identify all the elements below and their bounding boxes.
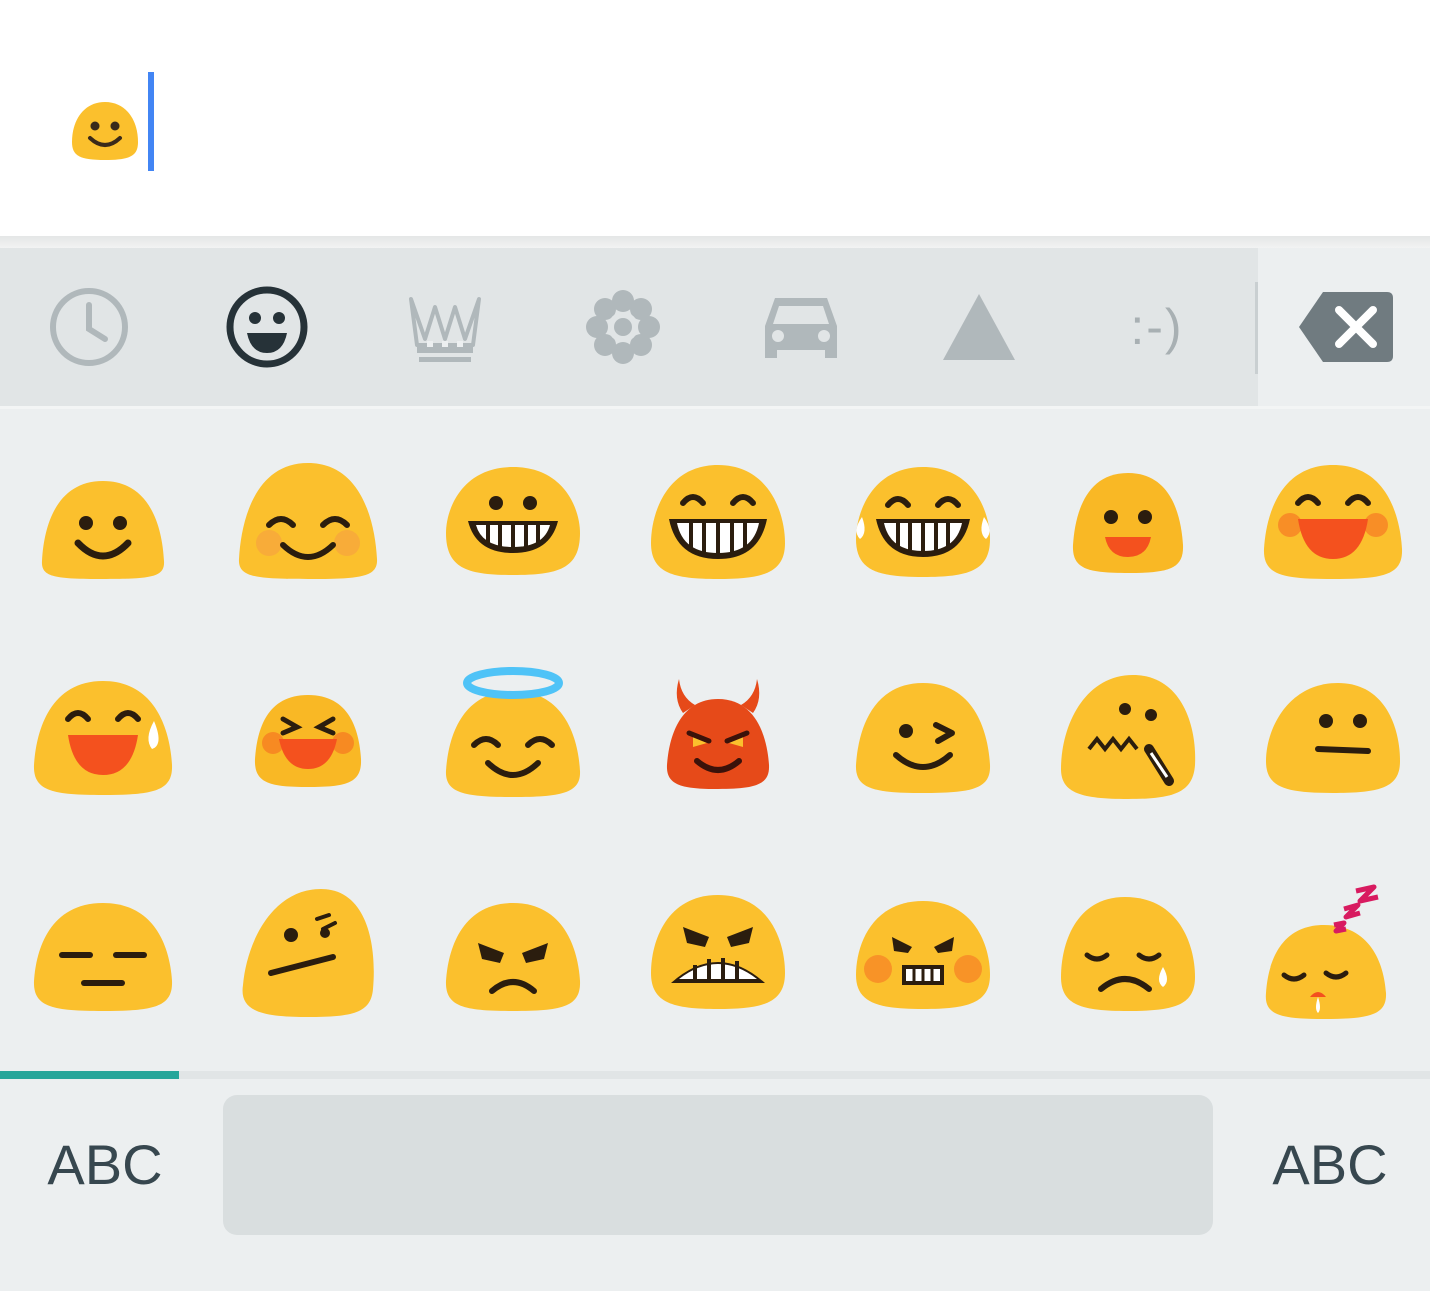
tab-symbols[interactable]	[890, 248, 1068, 406]
emoji-grinning-teeth-face[interactable]	[410, 420, 615, 636]
emoji-laughing-face[interactable]	[1230, 420, 1430, 636]
emoji-squinting-laughing-face[interactable]	[205, 636, 410, 852]
grinning-face-icon	[41, 481, 164, 579]
emoji-tears-of-joy-face[interactable]	[820, 420, 1025, 636]
backspace-icon	[1299, 292, 1393, 362]
category-separator	[1255, 282, 1258, 374]
sad-tear-face-icon	[1060, 897, 1195, 1011]
smiling-imp-face-icon	[666, 679, 769, 789]
keyboard-top-shadow	[0, 236, 1430, 248]
emoji-angry-face[interactable]	[410, 852, 615, 1068]
expressionless-face-icon	[33, 903, 172, 1011]
open-mouth-smile-icon	[1072, 473, 1183, 573]
neutral-face-icon	[1265, 683, 1400, 793]
emoji-smiling-imp-face[interactable]	[615, 636, 820, 852]
halo-face-icon	[445, 667, 580, 797]
tab-nature[interactable]	[534, 248, 712, 406]
smiling-face-smiling-eyes-icon	[238, 463, 377, 579]
page-indicator-active	[0, 1071, 179, 1079]
confused-face-icon	[242, 889, 374, 1017]
emoji-winking-face[interactable]	[820, 636, 1025, 852]
tears-of-joy-face-icon	[855, 467, 990, 577]
text-cursor	[148, 72, 154, 171]
sweat-smile-face-icon	[33, 681, 172, 795]
flower-icon	[586, 290, 660, 364]
emoji-expressionless-face[interactable]	[0, 852, 205, 1068]
pouting-face-icon	[855, 901, 990, 1009]
grinning-smiling-eyes-icon	[650, 465, 785, 579]
emoji-grimacing-angry-face[interactable]	[615, 852, 820, 1068]
category-bar-border	[0, 406, 1430, 409]
emoji-sad-tear-face[interactable]	[1025, 852, 1230, 1068]
emoji-smiling-face-smiling-eyes[interactable]	[205, 420, 410, 636]
smiley-icon	[226, 286, 308, 368]
space-bar[interactable]	[223, 1095, 1213, 1235]
car-icon	[765, 298, 837, 358]
angry-face-icon	[445, 903, 580, 1011]
emoji-category-bar: :-)	[0, 248, 1258, 406]
laughing-face-icon	[1263, 465, 1402, 579]
emoji-sweat-smile-face[interactable]	[0, 636, 205, 852]
tab-places[interactable]	[712, 248, 890, 406]
emoji-halo-face[interactable]	[410, 636, 615, 852]
emoji-zipper-mouth-face[interactable]	[1025, 636, 1230, 852]
emoji-neutral-face[interactable]	[1230, 636, 1430, 852]
emoji-pouting-face[interactable]	[820, 852, 1025, 1068]
tab-recent[interactable]	[0, 248, 178, 406]
emoji-open-mouth-smile[interactable]	[1025, 420, 1230, 636]
grimacing-angry-face-icon	[650, 895, 785, 1009]
triangle-icon	[943, 294, 1015, 360]
tab-people[interactable]	[178, 248, 356, 406]
grinning-teeth-face-icon	[445, 467, 580, 575]
emoticon-tab-label: :-)	[1130, 299, 1184, 355]
tab-objects[interactable]	[356, 248, 534, 406]
backspace-button[interactable]	[1262, 248, 1430, 406]
sleeping-face-icon	[1265, 884, 1386, 1019]
tab-emoticons[interactable]: :-)	[1068, 248, 1246, 406]
squinting-laughing-face-icon	[254, 695, 361, 787]
abc-switch-button-left[interactable]: ABC	[0, 1094, 210, 1234]
crown-icon	[409, 297, 481, 362]
emoji-grid	[0, 420, 1430, 1068]
zipper-mouth-face-icon	[1060, 675, 1195, 799]
text-input-area[interactable]	[0, 0, 1430, 238]
emoji-keyboard: :-) ABC ABC	[0, 248, 1430, 1291]
emoji-sleeping-face[interactable]	[1230, 852, 1430, 1068]
emoji-grinning-face[interactable]	[0, 420, 205, 636]
winking-face-icon	[855, 683, 990, 793]
emoji-confused-face[interactable]	[205, 852, 410, 1068]
abc-switch-button-right[interactable]: ABC	[1225, 1094, 1430, 1234]
page-indicator-track	[0, 1071, 1430, 1079]
clock-icon	[50, 288, 128, 366]
emoji-grinning-smiling-eyes[interactable]	[615, 420, 820, 636]
smiling-face-icon	[72, 102, 138, 160]
